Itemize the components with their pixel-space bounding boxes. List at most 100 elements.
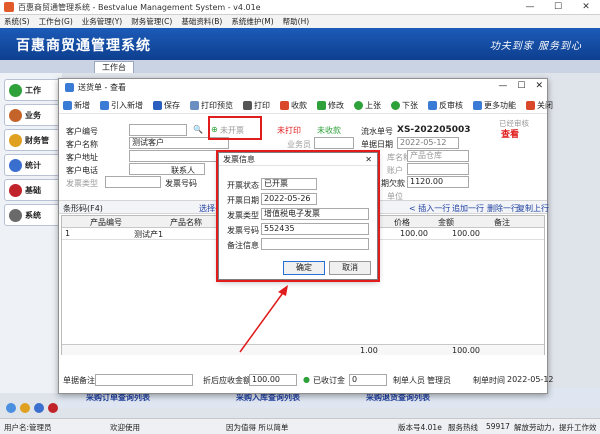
save-button[interactable]: 保存 <box>153 100 180 111</box>
status-bar: 用户名:管理员 欢迎使用 因为值得 所以简单 版本号4.01e 服务热线 599… <box>0 418 600 434</box>
window-controls: — ☐ ✕ <box>516 0 600 15</box>
menu-finance[interactable]: 财务管理(C) <box>131 16 172 27</box>
nav-item-label: 统计 <box>25 160 41 170</box>
folder-icon <box>9 133 22 147</box>
menu-maintenance[interactable]: 系统维护(M) <box>231 16 273 27</box>
salesman-input[interactable] <box>314 137 354 149</box>
delete-row-button[interactable]: 删除一行 <box>487 203 519 214</box>
col-remark: 备注 <box>494 218 510 227</box>
minimize-button[interactable]: — <box>516 0 544 15</box>
menu-help[interactable]: 帮助(H) <box>283 16 310 27</box>
help-icon[interactable] <box>20 403 30 413</box>
menu-basic-data[interactable]: 基础资料(B) <box>181 16 222 27</box>
close-button[interactable]: ✕ <box>572 0 600 15</box>
status-service: 59917 <box>486 422 510 431</box>
remark-label: 单据备注 <box>63 376 95 385</box>
status-user: 用户名:管理员 <box>4 423 52 432</box>
close-doc-button[interactable]: 关闭 <box>526 100 553 111</box>
collect-button[interactable]: 收款 <box>280 100 307 111</box>
nav-item-label: 工作 <box>25 85 41 95</box>
doc-window-controls: — ☐ ✕ <box>498 81 543 91</box>
arrow-left-icon <box>354 100 363 110</box>
highlight-box-invoice-status <box>208 116 262 140</box>
brand-slogan: 功夫到家 服务到心 <box>489 41 582 52</box>
nav-item-work[interactable]: 工作 <box>4 79 64 101</box>
customer-name-label: 客户名称 <box>66 140 98 149</box>
menu-business[interactable]: 业务管理(Y) <box>82 16 122 27</box>
maker-label: 制单人员 <box>393 376 425 385</box>
after-discount-label: 折后应收金额 <box>203 376 251 385</box>
print-preview-button[interactable]: 打印预览 <box>190 100 233 111</box>
invoice-type-select[interactable] <box>105 176 161 188</box>
print-button[interactable]: 打印 <box>243 100 270 111</box>
cell-product-name[interactable]: 测试产1 <box>134 229 163 240</box>
account-label: 账户 <box>387 166 403 175</box>
balance-label: 期欠款 <box>381 179 405 188</box>
prev-button[interactable]: 上张 <box>354 100 381 111</box>
serial-value: XS-202205003 <box>397 125 471 135</box>
payment-status-badge: 未收款 <box>317 126 341 135</box>
search-icon[interactable]: 🔍 <box>193 125 203 134</box>
status-service-label: 服务热线 <box>448 423 478 432</box>
view-badge: 查看 <box>501 130 520 140</box>
nav-item-system[interactable]: 系统 <box>4 204 64 226</box>
info-icon[interactable] <box>34 403 44 413</box>
nav-item-stats[interactable]: 统计 <box>4 154 64 176</box>
more-button[interactable]: 更多功能 <box>473 100 516 111</box>
nav-item-label: 基础 <box>25 185 41 195</box>
warehouse-select[interactable]: 产品仓库 <box>407 150 469 162</box>
box-icon <box>9 108 22 122</box>
nav-item-basic[interactable]: 基础 <box>4 179 64 201</box>
money-icon <box>280 100 289 110</box>
cell-amount[interactable]: 100.00 <box>452 229 480 238</box>
nav-item-label: 财务管 <box>25 135 49 145</box>
customer-tel-label: 客户电话 <box>66 166 98 175</box>
total-amount: 100.00 <box>452 346 480 355</box>
deposit-value: 0 <box>349 374 387 386</box>
menu-workbench[interactable]: 工作台(G) <box>39 16 73 27</box>
nav-item-business[interactable]: 业务 <box>4 104 64 126</box>
doc-titlebar: 送货单 - 查看 — ☐ ✕ <box>59 79 547 95</box>
status-slogan: 因为值得 所以简单 <box>226 423 289 432</box>
banner: 百惠商贸通管理系统 功夫到家 服务到心 <box>0 28 600 60</box>
nav-item-finance[interactable]: 财务管 <box>4 129 64 151</box>
doc-maximize-button[interactable]: ☐ <box>517 81 525 91</box>
maximize-button[interactable]: ☐ <box>544 0 572 15</box>
col-amount: 金额 <box>438 218 454 227</box>
append-row-button[interactable]: 追加一行 <box>452 203 484 214</box>
menu-system[interactable]: 系统(S) <box>4 16 30 27</box>
tab-workbench[interactable]: 工作台 <box>94 61 134 73</box>
status-version: 版本号4.01e <box>398 423 442 432</box>
doc-toolbar: 新增 引入新增 保存 打印预览 打印 收款 修改 上张 下张 反审核 更多功能 … <box>59 97 553 114</box>
home-icon[interactable] <box>6 403 16 413</box>
customer-address-label: 客户地址 <box>66 153 98 162</box>
book-icon <box>9 183 22 197</box>
remark-input[interactable] <box>95 374 193 386</box>
insert-row-button[interactable]: < 插入一行 <box>409 203 450 214</box>
nav-item-label: 系统 <box>25 210 41 220</box>
new-button[interactable]: 新增 <box>63 100 90 111</box>
customer-address-input[interactable] <box>129 150 221 162</box>
arrow-right-icon <box>391 100 400 110</box>
customer-code-input[interactable] <box>129 124 187 136</box>
more-icon <box>473 100 482 110</box>
nav-item-label: 业务 <box>25 110 41 120</box>
unaudit-button[interactable]: 反审核 <box>428 100 463 111</box>
account-select[interactable] <box>407 163 469 175</box>
next-button[interactable]: 下张 <box>391 100 418 111</box>
doc-close-button[interactable]: ✕ <box>535 81 543 91</box>
cell-price[interactable]: 100.00 <box>400 229 428 238</box>
import-new-button[interactable]: 引入新增 <box>100 100 143 111</box>
doc-minimize-button[interactable]: — <box>498 81 507 91</box>
col-product-name: 产品名称 <box>170 218 202 227</box>
date-input[interactable]: 2022-05-12 <box>397 137 459 149</box>
edit-button[interactable]: 修改 <box>317 100 344 111</box>
plus-icon <box>63 100 72 110</box>
edit-icon <box>317 100 326 110</box>
copy-row-button[interactable]: 复制上行 <box>517 203 549 214</box>
after-discount-value: 100.00 <box>249 374 297 386</box>
highlight-box-dialog <box>216 150 380 282</box>
deposit-label: 已收订金 <box>313 376 345 385</box>
power-icon[interactable] <box>48 403 58 413</box>
printer-icon <box>243 100 252 110</box>
